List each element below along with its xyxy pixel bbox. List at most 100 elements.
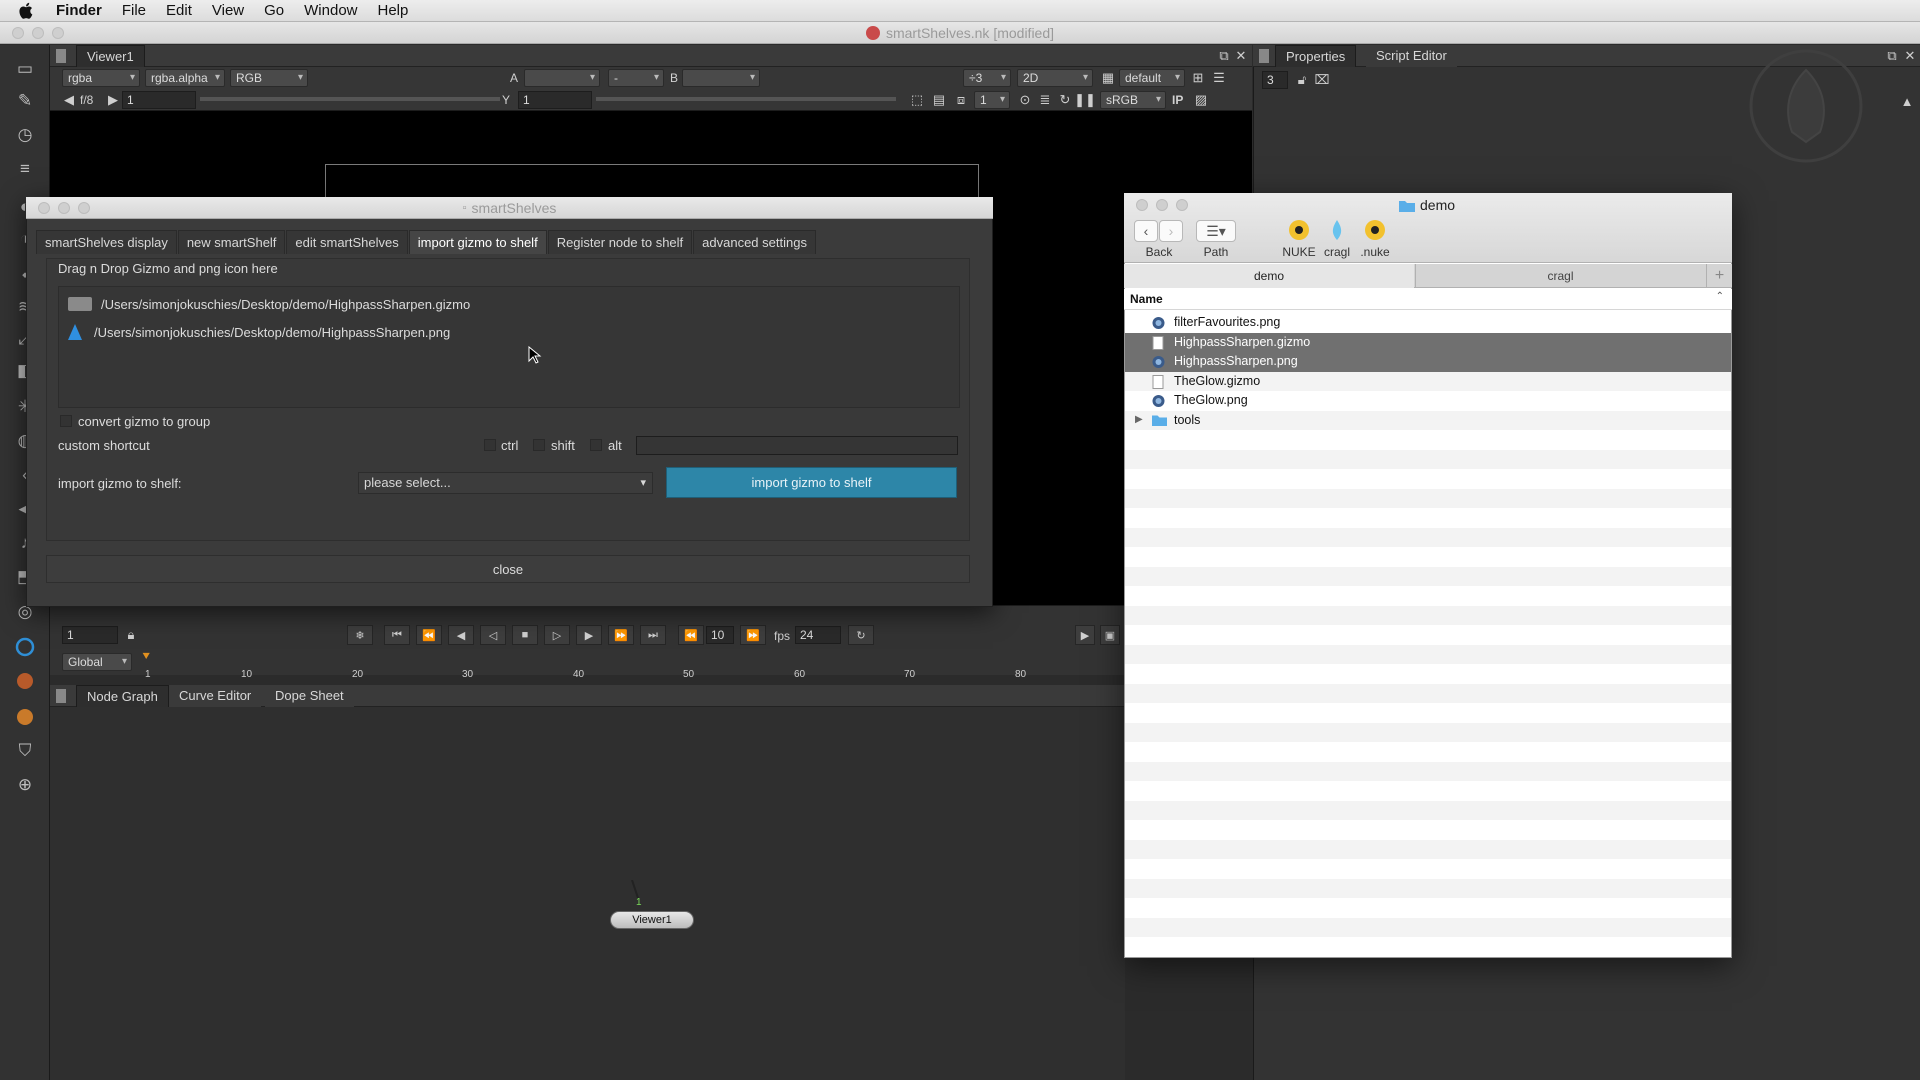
fps-field[interactable]: 24 xyxy=(795,626,841,644)
plugin-shield-icon[interactable]: ⛉ xyxy=(13,739,37,763)
tab-script-editor[interactable]: Script Editor xyxy=(1366,45,1457,67)
tab-properties[interactable]: Properties xyxy=(1275,45,1357,67)
convert-gizmo-checkbox[interactable] xyxy=(60,415,72,427)
finder-file-row[interactable]: ▶ tools xyxy=(1125,410,1731,430)
finder-file-row[interactable]: TheGlow.gizmo xyxy=(1125,371,1731,391)
float-pane-icon[interactable]: ⧉ xyxy=(1883,47,1901,65)
dotnuke-favorite-label[interactable]: .nuke xyxy=(1356,245,1394,259)
plugin-cat-icon[interactable] xyxy=(13,669,37,693)
close-button[interactable]: close xyxy=(46,555,970,583)
finder-tab-cragl[interactable]: cragl xyxy=(1415,264,1705,288)
finder-file-row[interactable]: filterFavourites.png xyxy=(1125,313,1731,333)
roi-icon[interactable]: ⊞ xyxy=(1189,69,1207,87)
close-window-button[interactable] xyxy=(12,27,24,39)
colorspace-dropdown[interactable]: sRGB xyxy=(1100,91,1166,109)
next-keyframe-icon[interactable]: ⏩ xyxy=(608,625,634,645)
disclosure-triangle-icon[interactable]: ▶ xyxy=(1135,414,1143,425)
ctrl-checkbox[interactable] xyxy=(484,439,496,451)
gamma-field[interactable]: 1 xyxy=(518,91,592,109)
draw-nodes-icon[interactable]: ✎ xyxy=(13,89,37,113)
finder-tab-demo[interactable]: demo xyxy=(1124,264,1414,288)
timeline-range-dropdown[interactable]: Global xyxy=(62,653,132,671)
tab-dope-sheet[interactable]: Dope Sheet xyxy=(265,685,354,707)
forward-button[interactable]: › xyxy=(1159,220,1183,242)
menu-help[interactable]: Help xyxy=(378,2,409,19)
minimize-window-button[interactable] xyxy=(32,27,44,39)
play-forward-icon[interactable]: ▷ xyxy=(544,625,570,645)
tab-register-node[interactable]: Register node to shelf xyxy=(547,230,693,254)
play-backward-icon[interactable]: ◁ xyxy=(480,625,506,645)
current-frame-field[interactable]: 1 xyxy=(62,626,118,644)
fstop-down-icon[interactable]: ◀ xyxy=(60,91,78,109)
viewer1-node[interactable]: Viewer1 xyxy=(610,911,694,929)
skip-step-field[interactable]: 10 xyxy=(706,626,734,644)
zoom-dialog-button[interactable] xyxy=(78,202,90,214)
tab-smartshelves-display[interactable]: smartShelves display xyxy=(36,230,177,254)
fstop-value[interactable]: f/8 xyxy=(80,93,93,107)
menu-edit[interactable]: Edit xyxy=(166,2,192,19)
flipbook-icon[interactable]: ▶ xyxy=(1075,625,1095,645)
lock-frame-icon[interactable]: 🔒︎ xyxy=(122,626,140,644)
menu-view[interactable]: View xyxy=(212,2,244,19)
lut-icon[interactable]: ▦ xyxy=(1099,69,1117,87)
shortcut-key-input[interactable] xyxy=(636,436,958,455)
menu-window[interactable]: Window xyxy=(304,2,357,19)
dotnuke-favorite-icon[interactable] xyxy=(1364,219,1386,241)
menu-go[interactable]: Go xyxy=(264,2,284,19)
wipe-mode-dropdown[interactable]: - xyxy=(608,69,664,87)
first-frame-icon[interactable]: ⏮ xyxy=(384,625,410,645)
gain-field[interactable]: 1 xyxy=(122,91,196,109)
menu-app-name[interactable]: Finder xyxy=(56,2,102,19)
image-nodes-icon[interactable]: ▭ xyxy=(13,57,37,81)
close-pane-icon[interactable]: ✕ xyxy=(1232,47,1250,65)
cragl-favorite-icon[interactable] xyxy=(1326,219,1348,241)
pause-icon[interactable]: ⊙ xyxy=(1016,91,1034,109)
zoom-window-button[interactable] xyxy=(52,27,64,39)
loop-mode-icon[interactable]: ↻ xyxy=(848,625,874,645)
close-pane-icon[interactable]: ✕ xyxy=(1901,47,1919,65)
max-panels-field[interactable]: 3 xyxy=(1262,71,1288,89)
tab-viewer1[interactable]: Viewer1 xyxy=(76,45,145,67)
finder-zoom-button[interactable] xyxy=(1176,199,1188,211)
pause-render-icon[interactable]: ❚❚ xyxy=(1074,91,1096,109)
tab-curve-editor[interactable]: Curve Editor xyxy=(169,685,262,707)
import-gizmo-button[interactable]: import gizmo to shelf xyxy=(666,467,957,498)
tab-import-gizmo[interactable]: import gizmo to shelf xyxy=(408,230,547,254)
tab-node-graph[interactable]: Node Graph xyxy=(76,685,169,707)
nuke-favorite-icon[interactable] xyxy=(1288,219,1310,241)
bookmark-icon[interactable]: ❄ xyxy=(347,625,373,645)
prev-keyframe-icon[interactable]: ⏪ xyxy=(416,625,442,645)
skip-forward-icon[interactable]: ⏩ xyxy=(740,625,766,645)
back-button[interactable]: ‹ xyxy=(1134,220,1158,242)
proxy-icon[interactable]: ⧈ xyxy=(952,91,970,109)
overlay-icon[interactable]: ☰ xyxy=(1210,69,1228,87)
finder-minimize-button[interactable] xyxy=(1156,199,1168,211)
path-button[interactable]: ☰▾ xyxy=(1196,220,1236,242)
step-forward-icon[interactable]: ▶ xyxy=(576,625,602,645)
update-icon[interactable]: ≣ xyxy=(1036,91,1054,109)
skip-back-icon[interactable]: ⏪ xyxy=(678,625,704,645)
finder-close-button[interactable] xyxy=(1136,199,1148,211)
close-dialog-button[interactable] xyxy=(38,202,50,214)
fstop-up-icon[interactable]: ▶ xyxy=(104,91,122,109)
clip-warning-icon[interactable]: ▤ xyxy=(930,91,948,109)
proxy-dropdown[interactable]: 1 xyxy=(974,91,1010,109)
tab-advanced-settings[interactable]: advanced settings xyxy=(693,230,816,254)
finder-file-row[interactable]: HighpassSharpen.png xyxy=(1125,352,1731,372)
lut-dropdown[interactable]: default xyxy=(1119,69,1185,87)
gamma-slider[interactable] xyxy=(596,97,896,101)
gain-slider[interactable] xyxy=(200,97,500,101)
tab-new-smartshelf[interactable]: new smartShelf xyxy=(177,230,286,254)
channel-nodes-icon[interactable]: ≡ xyxy=(13,157,37,181)
shift-checkbox[interactable] xyxy=(533,439,545,451)
tab-edit-smartshelves[interactable]: edit smartShelves xyxy=(286,230,408,254)
pane-grip-icon[interactable] xyxy=(56,689,66,703)
finder-file-row[interactable]: TheGlow.png xyxy=(1125,391,1731,411)
roi-toggle-icon[interactable]: ⬚ xyxy=(908,91,926,109)
stop-icon[interactable]: ■ xyxy=(512,625,538,645)
float-pane-icon[interactable]: ⧉ xyxy=(1215,47,1233,65)
display-channel-dropdown[interactable]: RGB xyxy=(230,69,308,87)
cragl-favorite-label[interactable]: cragl xyxy=(1320,245,1354,259)
scroll-up-icon[interactable]: ▲ xyxy=(1898,92,1916,110)
finder-file-row[interactable]: HighpassSharpen.gizmo xyxy=(1125,332,1731,352)
